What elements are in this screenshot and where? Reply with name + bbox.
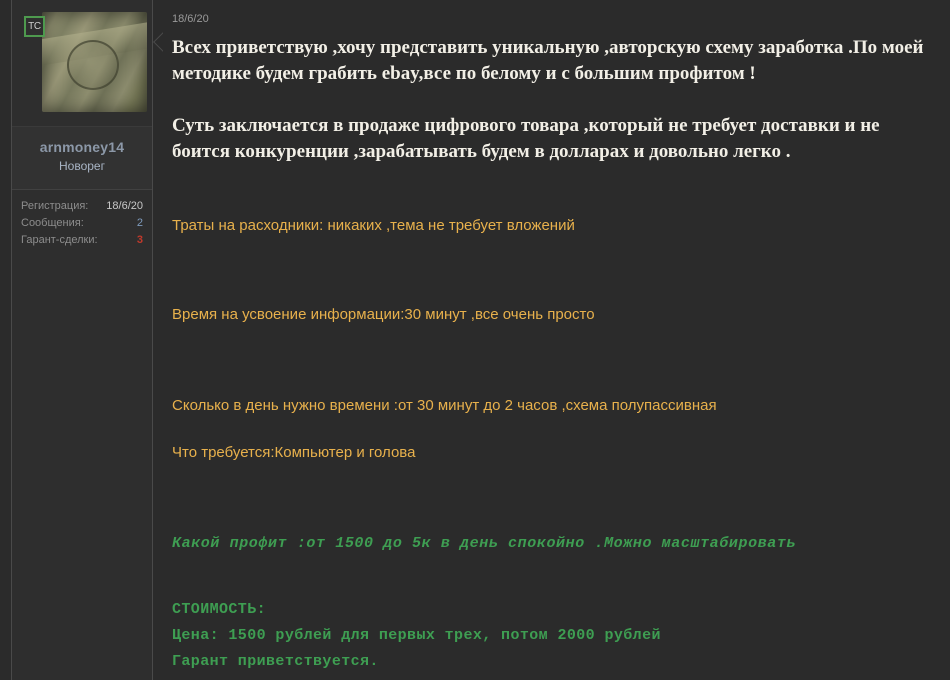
stat-row-guarantor-deals: Гарант-сделки: 3 [21, 232, 143, 249]
message-arrow-notch [152, 30, 163, 54]
post-intro-paragraph-1: Всех приветствую ,хочу представить уника… [172, 35, 938, 87]
forum-post-page: TC arnmoney14 Новорег Регистрация: 18/6/… [0, 0, 950, 680]
post-detail-requirements: Что требуется:Компьютер и голова [172, 444, 416, 461]
post-date[interactable]: 18/6/20 [172, 0, 938, 26]
thread-starter-badge: TC [24, 16, 45, 37]
avatar[interactable] [42, 12, 147, 112]
post-message-area: 18/6/20 Всех приветствую ,хочу представи… [153, 0, 950, 680]
post-author-panel: TC arnmoney14 Новорег Регистрация: 18/6/… [11, 0, 153, 680]
stat-label-registration: Регистрация: [21, 200, 89, 212]
post-profit-line: Какой профит :от 1500 до 5к в день споко… [172, 535, 797, 552]
post-detail-daily-time: Сколько в день нужно времени :от 30 мину… [172, 397, 717, 414]
stat-value-guarantor-deals[interactable]: 3 [137, 232, 143, 249]
post-intro-paragraph-2: Суть заключается в продаже цифрового тов… [172, 113, 938, 165]
post-intro-line-4: конкуренции ,зарабатывать будем в доллар… [234, 141, 791, 162]
post-content: Всех приветствую ,хочу представить уника… [172, 26, 938, 675]
stat-label-messages: Сообщения: [21, 217, 84, 229]
post-detail-expenses: Траты на расходники: никаких ,тема не тр… [172, 217, 575, 234]
post-price-guarantor: Гарант приветствуется. [172, 653, 379, 670]
author-identity: arnmoney14 Новорег [12, 127, 152, 190]
stat-row-registration: Регистрация: 18/6/20 [21, 198, 143, 215]
stat-row-messages: Сообщения: 2 [21, 215, 143, 232]
post-detail-learning-time: Время на усвоение информации:30 минут ,в… [172, 306, 595, 323]
author-stats: Регистрация: 18/6/20 Сообщения: 2 Гарант… [12, 190, 152, 249]
author-user-title: Новорег [59, 159, 105, 173]
stat-label-guarantor-deals: Гарант-сделки: [21, 234, 98, 246]
post-intro-line-1: Всех приветствую ,хочу представить уника… [172, 37, 924, 58]
post-price-heading: СТОИМОСТЬ: [172, 601, 267, 618]
post-price-value: Цена: 1500 рублей для первых трех, потом… [172, 627, 661, 644]
stat-value-messages[interactable]: 2 [137, 215, 143, 232]
stat-value-registration: 18/6/20 [106, 200, 143, 212]
author-username[interactable]: arnmoney14 [16, 139, 148, 156]
avatar-block: TC [12, 0, 152, 127]
post-intro-line-2: методике будем грабить ebay,все по белом… [172, 63, 756, 84]
